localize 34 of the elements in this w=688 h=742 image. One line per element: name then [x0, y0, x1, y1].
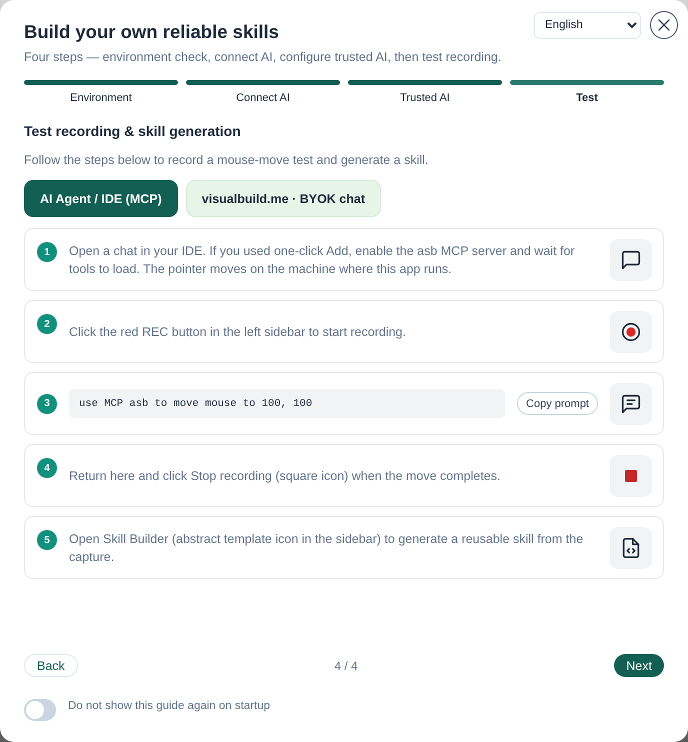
step-number: 2 [37, 314, 57, 334]
step-number: 3 [37, 394, 57, 414]
progress-label: Environment [70, 91, 132, 105]
stop-square-icon [610, 454, 652, 496]
step-text: Open Skill Builder (abstract template icon in the sidebar) to generate a reusable skill from the capture. [69, 530, 584, 566]
mode-tab[interactable]: AI Agent / IDE (MCP) [24, 180, 178, 217]
record-icon [610, 310, 652, 352]
progress-label: Test [576, 91, 598, 105]
chat-bubble-icon [610, 238, 652, 280]
step-text: Return here and click Stop recording (square icon) when the move completes. [69, 468, 502, 484]
next-button[interactable]: Next [614, 654, 664, 677]
prompt-code-block: use MCP asb to move mouse to 100, 100 [69, 389, 506, 418]
step-text: Open a chat in your IDE. If you used one-click Add, enable the asb MCP server and wait for tools to load. The pointer moves on the machine where this app runs. [69, 242, 576, 278]
dialog-title: Build your own reliable skills [24, 20, 280, 44]
close-icon [658, 19, 670, 31]
code-file-icon [610, 526, 652, 568]
back-button[interactable]: Back [24, 654, 78, 677]
dialog-subtitle: Four steps — environment check, connect AI, configure trusted AI, then test recording. [24, 49, 502, 66]
progress-label: Trusted AI [400, 91, 450, 105]
page-counter: 4 / 4 [334, 658, 358, 672]
section-description: Follow the steps below to record a mouse-move test and generate a skill. [24, 152, 430, 169]
section-title: Test recording & skill generation [24, 122, 242, 140]
progress-label: Connect AI [236, 91, 290, 105]
copy-prompt-button[interactable]: Copy prompt [517, 392, 598, 415]
toggle-label: Do not show this guide again on startup [68, 699, 270, 713]
message-text-icon [610, 382, 652, 424]
step-text: Click the red REC button in the left sidebar to start recording. [69, 324, 407, 340]
step-number: 4 [37, 458, 57, 478]
toggle-switch[interactable] [24, 699, 56, 721]
language-select[interactable]: English [534, 12, 641, 38]
step-number: 1 [37, 242, 57, 262]
step-number: 5 [37, 530, 57, 550]
close-button[interactable] [650, 11, 678, 39]
mode-tab[interactable]: visualbuild.me · BYOK chat [186, 180, 381, 217]
